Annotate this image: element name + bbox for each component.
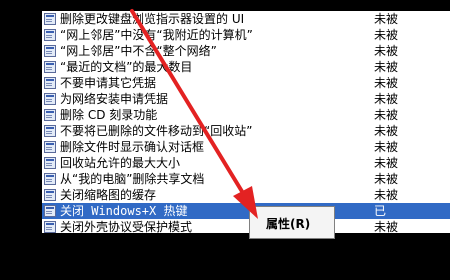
annotation-arrow-icon — [130, 9, 258, 219]
screenshot-frame: 删除更改键盘浏览指示器设置的 UI 未被 “网上邻居”中没有“我附近的计算机” … — [0, 0, 450, 280]
arrow-shaft — [130, 9, 248, 200]
arrow-head — [233, 186, 258, 219]
